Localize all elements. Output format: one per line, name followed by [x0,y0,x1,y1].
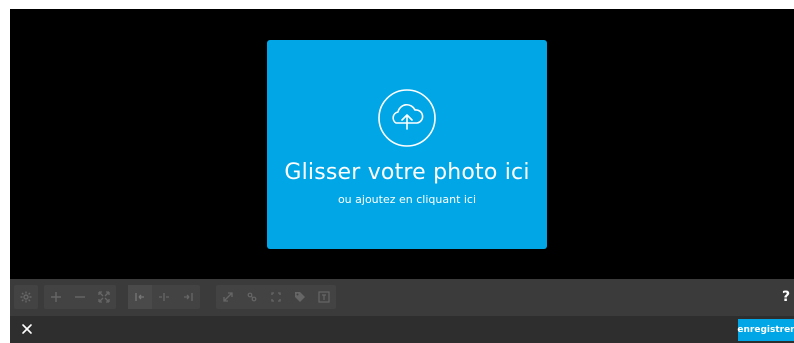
toolbar-group-align [128,285,200,309]
tag-button[interactable] [288,285,312,309]
align-center-button[interactable] [152,285,176,309]
crop-icon [271,292,281,302]
align-center-icon [159,293,169,301]
fit-icon [98,291,110,303]
fit-button[interactable] [92,285,116,309]
cloud-upload-icon [378,89,436,147]
tag-icon [295,292,305,302]
photo-editor: Glisser votre photo ici ou ajoutez en cl… [0,0,794,343]
link-icon [247,292,257,302]
editor-toolbar: ? [10,279,794,316]
dropzone-subtitle: ou ajoutez en cliquant ici [337,193,477,206]
toolbar-group-transform [216,285,336,309]
link-button[interactable] [240,285,264,309]
close-icon[interactable] [19,321,35,337]
text-icon [318,291,330,303]
align-left-button[interactable] [128,285,152,309]
align-right-icon [184,293,193,301]
zoom-out-icon [75,296,85,298]
toolbar-group-settings [14,285,38,309]
upload-dropzone[interactable]: Glisser votre photo ici ou ajoutez en cl… [267,40,547,249]
settings-button[interactable] [14,285,38,309]
help-button[interactable]: ? [778,285,794,309]
align-left-icon [135,293,144,301]
expand-button[interactable] [216,285,240,309]
crop-button[interactable] [264,285,288,309]
zoom-in-button[interactable] [44,285,68,309]
settings-icon [20,291,32,303]
dropzone-title: Glisser votre photo ici [284,160,530,185]
toolbar-group-zoom [44,285,116,309]
canvas-stage: Glisser votre photo ici ou ajoutez en cl… [10,9,794,279]
align-right-button[interactable] [176,285,200,309]
editor-footer: enregistrer [10,316,794,343]
save-button[interactable]: enregistrer [737,319,794,341]
text-button[interactable] [312,285,336,309]
expand-icon [223,292,233,302]
zoom-out-button[interactable] [68,285,92,309]
zoom-in-icon [51,292,61,302]
